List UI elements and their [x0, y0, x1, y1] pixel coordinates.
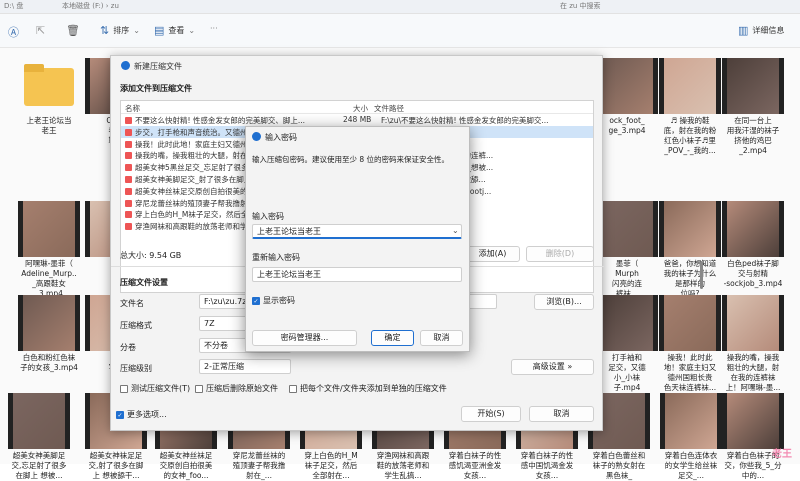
test-archive-checkbox[interactable]: 测试压缩文件(T) [120, 383, 190, 394]
format-label: 压缩格式 [120, 321, 152, 330]
file-path: F:\zu\不要这么快射精! 性感金发女郎的完美脚交... [381, 116, 549, 125]
explorer-toolbar: Ⓐ ⇱ 🗑 ⇅ 排序 ⌄ ▤ 查看 ⌄ ··· ▥ 详细信息 [0, 14, 800, 48]
video-file-icon [125, 164, 132, 172]
level-select[interactable]: 2-正常压缩 [199, 359, 291, 374]
password-cancel-button[interactable]: 取消 [420, 330, 463, 346]
delete-button[interactable]: 删除(D) [526, 246, 594, 262]
view-button[interactable]: ▤ 查看 ⌄ [154, 24, 195, 37]
sort-button[interactable]: ⇅ 排序 ⌄ [100, 24, 140, 37]
video-thumbnail [659, 295, 721, 351]
more-button[interactable]: ··· [210, 24, 218, 33]
item-caption: 穿着白袜子的性 感饥渴亚洲金发 女孩… [448, 451, 502, 480]
file-row[interactable]: 不要这么快射精! 性感金发女郎的完美脚交、脚上... 248 MB F:\zu\不要… [121, 114, 593, 126]
video-file-icon [125, 117, 132, 124]
search-input[interactable]: 在 zu 中搜索 [560, 1, 601, 11]
details-icon: ▥ [738, 24, 749, 37]
separate-archives-checkbox[interactable]: 把每个文件/文件夹添加到单独的压缩文件 [289, 383, 447, 394]
file-name: 不要这么快射精! 性感金发女郎的完美脚交、脚上... [125, 115, 305, 126]
ai-icon[interactable]: Ⓐ [8, 24, 19, 40]
folder-icon [18, 58, 80, 114]
reenter-password-field[interactable]: 上老王论坛当老王 [252, 267, 462, 282]
col-path[interactable]: 文件路径 [374, 103, 404, 114]
delete-source-checkbox[interactable]: 压缩后删除原始文件 [195, 383, 278, 394]
video-thumbnail [659, 201, 721, 257]
enter-password-label: 输入密码 [252, 212, 284, 221]
address-bar: D:\ 盘 本地磁盘 (F:) › zu 在 zu 中搜索 [0, 0, 800, 14]
file-list-header: 名称 大小 文件路径 [121, 101, 593, 114]
item-caption: 穿尼龙蕾丝袜的 殖顶妻子帮我撸 射在_... [232, 451, 286, 480]
more-options-checkbox[interactable]: ✓ 更多选项... [116, 409, 167, 420]
video-thumbnail [596, 201, 658, 257]
item-caption: 在同一台上 用我汗湿的袜子 挤他的鸡巴 _2.mp4 [726, 116, 780, 155]
delete-icon[interactable]: 🗑 [66, 24, 80, 37]
video-thumbnail [659, 58, 721, 114]
item-caption: 操我的嘴，操我 粗壮的大腿，射 在我的连裤袜 上！阿嘿琳-墨... [725, 353, 781, 392]
password-dialog-title: 输入密码 [252, 132, 297, 143]
drive-label[interactable]: D:\ 盘 [4, 1, 23, 11]
video-thumbnail [596, 58, 658, 114]
split-label: 分卷 [120, 343, 136, 352]
password-dialog: 输入密码 输入压缩包密码。建议使用至少 8 位的密码来保证安全性。 输入密码 上… [245, 126, 470, 352]
details-button[interactable]: ▥ 详细信息 [738, 24, 784, 37]
video-thumbnail [660, 393, 722, 449]
section-settings: 压缩文件设置 [120, 278, 168, 287]
add-button[interactable]: 添加(A) [465, 246, 520, 262]
start-button[interactable]: 开始(S) [461, 406, 521, 422]
view-icon: ▤ [154, 24, 165, 37]
share-icon[interactable]: ⇱ [36, 24, 45, 37]
video-thumbnail [18, 295, 80, 351]
video-file-icon [125, 140, 132, 148]
watermark: 老王 [772, 449, 792, 460]
video-file-icon [125, 187, 132, 195]
col-name[interactable]: 名称 [125, 103, 140, 114]
item-caption: 超美女神袜足足 交,射了很多在脚 上 想被舔干... [88, 451, 144, 480]
video-file-icon [125, 152, 132, 160]
file-size: 248 MB [343, 115, 372, 124]
video-file-icon [125, 128, 132, 136]
chevron-down-icon[interactable]: ⌄ [452, 226, 459, 235]
video-file-icon [125, 199, 132, 207]
cancel-button[interactable]: 取消 [529, 406, 594, 422]
app-icon [252, 132, 261, 141]
item-caption: 穿着白袜子的性 感中国饥渴金发 女孩… [520, 451, 574, 480]
item-caption: 穿着白色蕾丝和 袜子的熟女射在 黑色袜_ [592, 451, 646, 480]
col-size[interactable]: 大小 [353, 103, 368, 114]
show-password-checkbox[interactable]: ✓ 显示密码 [252, 295, 295, 306]
video-thumbnail [596, 295, 658, 351]
password-prompt: 输入压缩包密码。建议使用至少 8 位的密码来保证安全性。 [252, 155, 450, 164]
reenter-password-label: 重新输入密码 [252, 253, 300, 262]
item-caption: 穿渔网袜和高跟 鞋的放荡老师和 学生乱搞... [376, 451, 430, 480]
video-thumbnail [722, 201, 784, 257]
level-label: 压缩级别 [120, 364, 152, 373]
video-file-icon [125, 175, 132, 183]
filename-label: 文件名 [120, 299, 144, 308]
video-thumbnail [722, 295, 784, 351]
total-size: 总大小: 9.54 GB [120, 251, 182, 260]
video-file-icon [125, 223, 132, 231]
video-thumbnail [18, 201, 80, 257]
item-caption: 超美女神美脚足 交,忘足射了很多 在脚上 想被... [11, 451, 67, 480]
item-caption: 白色ped袜子脚 交与射精 -sockjob_3.mp4 [723, 259, 783, 288]
ok-button[interactable]: 确定 [371, 330, 414, 346]
item-caption: 穿上白色的H_M 袜子足交，然后 全部射在... [304, 451, 358, 480]
video-file-icon [125, 211, 132, 219]
file-list-scrollbar[interactable] [700, 261, 703, 289]
section-add-files: 添加文件到压缩文件 [120, 84, 192, 93]
enter-password-field[interactable]: 上老王论坛当老王 [252, 224, 462, 239]
advanced-button[interactable]: 高级设置 » [511, 359, 594, 375]
video-thumbnail [722, 58, 784, 114]
video-thumbnail [8, 393, 70, 449]
breadcrumb[interactable]: 本地磁盘 (F:) › zu [62, 1, 119, 11]
sort-icon: ⇅ [100, 24, 110, 37]
item-caption: 超美女神丝袜足 交原创自拍很美 的女神_foo... [159, 451, 213, 480]
dialog-title: 新建压缩文件 [121, 61, 182, 72]
app-icon [121, 61, 130, 70]
browse-button[interactable]: 浏览(B)... [534, 294, 594, 310]
password-manager-button[interactable]: 密码管理器... [252, 330, 357, 346]
video-thumbnail [722, 393, 784, 449]
